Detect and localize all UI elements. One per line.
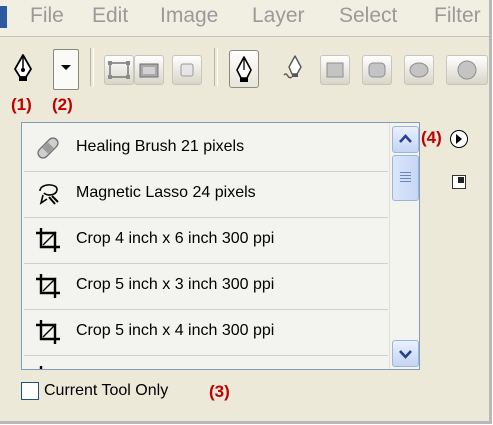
chevron-up-icon (399, 134, 412, 143)
list-item[interactable] (24, 355, 388, 369)
menu-select[interactable]: Select (339, 4, 397, 28)
freeform-pen-button[interactable] (278, 50, 308, 88)
tool-preset-picker-window: File Edit Image Layer Select Filter (1) … (0, 0, 492, 424)
tool-preset-list[interactable]: Healing Brush 21 pixels Magnetic Lasso 2… (21, 122, 420, 370)
scroll-grip (400, 175, 411, 176)
preset-label: Crop 5 inch x 4 inch 300 ppi (76, 322, 275, 339)
list-item[interactable]: Crop 4 inch x 6 inch 300 ppi (24, 217, 388, 264)
scroll-grip (400, 178, 411, 179)
shape-layers-icon (108, 61, 130, 79)
callout-2: (2) (52, 95, 73, 114)
menu-edit[interactable]: Edit (92, 4, 128, 28)
preset-label: Healing Brush 21 pixels (76, 138, 245, 155)
menu-file[interactable]: File (30, 4, 64, 28)
menu-bar: File Edit Image Layer Select Filter (0, 0, 489, 37)
preset-label: Magnetic Lasso 24 pixels (76, 184, 256, 201)
list-item[interactable]: Healing Brush 21 pixels (24, 125, 388, 172)
paths-button[interactable] (134, 55, 164, 85)
callout-4: (4) (421, 128, 442, 147)
toolbar-separator (90, 48, 94, 86)
callout-1: (1) (11, 95, 32, 114)
fill-pixels-button[interactable] (172, 55, 202, 85)
shape-layers-button[interactable] (104, 55, 134, 85)
new-preset-icon (458, 177, 464, 183)
rounded-rectangle-button[interactable] (362, 55, 392, 85)
menu-image[interactable]: Image (160, 4, 218, 28)
new-preset-button[interactable] (452, 175, 466, 189)
pen-button[interactable] (229, 50, 259, 88)
scroll-grip (400, 181, 411, 182)
list-item[interactable]: Crop 5 inch x 4 inch 300 ppi (24, 309, 388, 356)
rectangle-button[interactable] (320, 55, 350, 85)
chevron-down-icon (61, 65, 71, 70)
callout-3: (3) (209, 382, 230, 401)
rectangle-icon (326, 62, 344, 78)
toolbar-separator (214, 48, 218, 86)
freeform-pen-icon (283, 55, 302, 79)
bandage-icon (37, 137, 59, 159)
ellipse-icon (409, 62, 429, 78)
vertical-scrollbar[interactable] (389, 123, 419, 369)
menu-layer[interactable]: Layer (252, 4, 305, 28)
current-tool-only-checkbox[interactable] (21, 382, 39, 400)
scroll-thumb[interactable] (392, 155, 419, 201)
polygon-button[interactable] (446, 55, 488, 85)
crop-icon (39, 366, 43, 369)
crop-icon (36, 274, 60, 298)
pen-icon (236, 56, 252, 82)
chevron-down-icon (399, 350, 412, 359)
menu-filter[interactable]: Filter (434, 4, 481, 28)
panel-menu-button[interactable] (450, 130, 468, 148)
crop-icon (36, 228, 60, 252)
panel-menu-arrow-icon (456, 134, 462, 144)
scroll-grip (400, 172, 411, 173)
scroll-down-button[interactable] (392, 340, 419, 367)
fill-pixels-icon (180, 63, 194, 77)
magnetic-lasso-icon (39, 184, 59, 205)
pen-tool-icon[interactable] (10, 52, 36, 84)
app-icon (0, 6, 7, 28)
tool-preset-dropdown-button[interactable] (53, 49, 79, 90)
list-item[interactable]: Magnetic Lasso 24 pixels (24, 171, 388, 218)
preset-label: Crop 4 inch x 6 inch 300 ppi (76, 230, 275, 247)
preset-label: Crop 5 inch x 3 inch 300 ppi (76, 276, 275, 293)
crop-icon (36, 320, 60, 344)
scroll-up-button[interactable] (392, 126, 419, 153)
ellipse-button[interactable] (404, 55, 434, 85)
paths-icon (139, 63, 159, 78)
current-tool-only-label[interactable]: Current Tool Only (44, 382, 168, 400)
rounded-rectangle-icon (368, 62, 386, 78)
list-item[interactable]: Crop 5 inch x 3 inch 300 ppi (24, 263, 388, 310)
polygon-icon (457, 60, 477, 80)
